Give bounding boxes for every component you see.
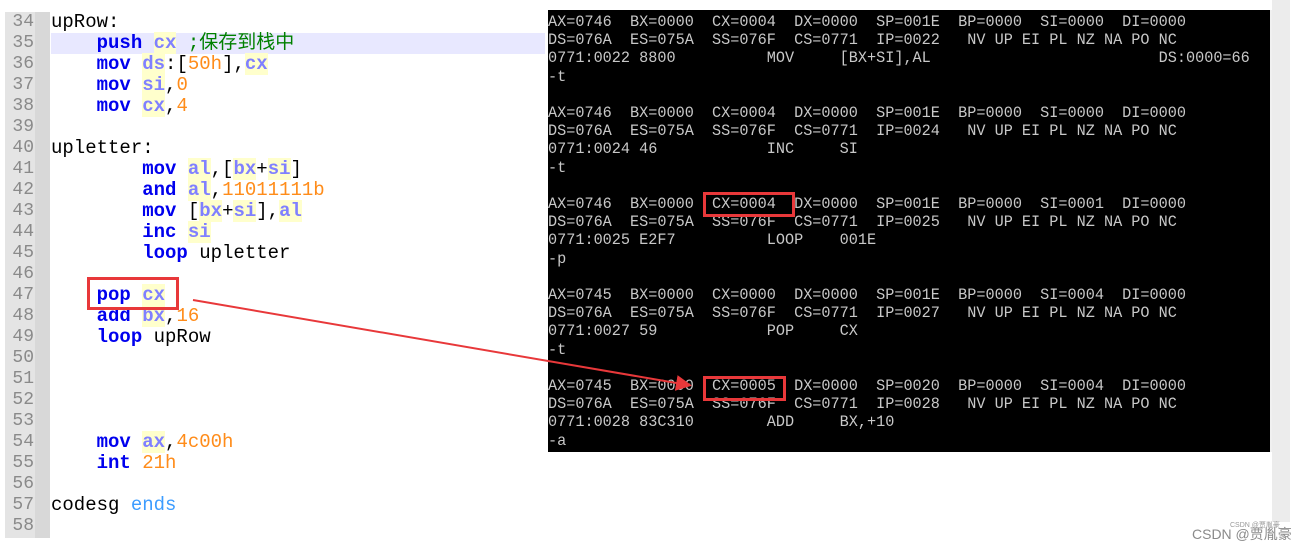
arrow-line — [192, 299, 692, 391]
watermark: CSDN @贾胤豪 — [1192, 526, 1292, 542]
arrow-annotation — [192, 299, 692, 391]
